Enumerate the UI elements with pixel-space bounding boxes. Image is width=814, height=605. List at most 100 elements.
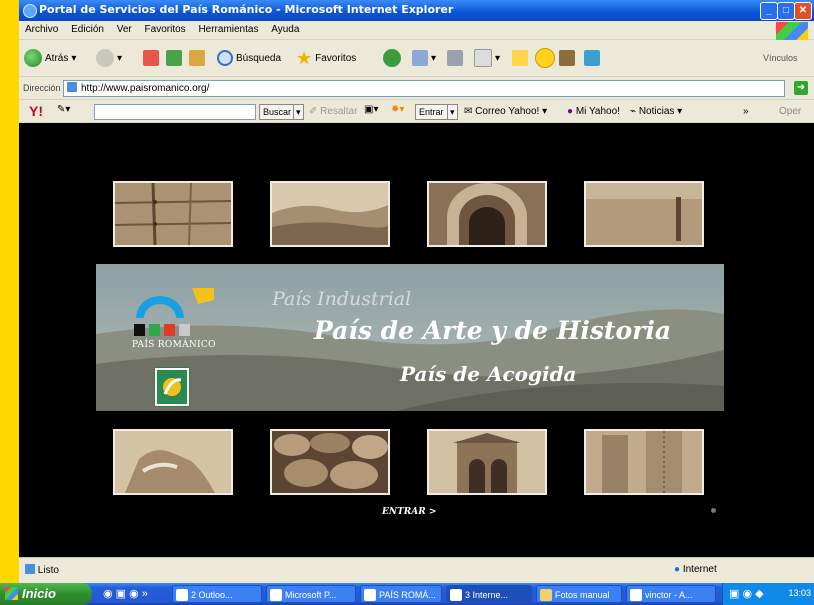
address-label: Dirección <box>23 83 61 93</box>
start-label: Inicio <box>22 586 56 601</box>
messenger-button[interactable] <box>535 48 555 68</box>
research-button[interactable] <box>559 48 575 68</box>
print-button[interactable] <box>447 48 463 68</box>
status-text: Listo <box>25 564 59 576</box>
refresh-button[interactable] <box>166 48 182 68</box>
entrar-dropdown[interactable]: ▾ <box>447 104 458 120</box>
menu-archivo[interactable]: Archivo <box>19 21 62 35</box>
address-input[interactable]: http://www.paisromanico.org/ <box>63 80 785 97</box>
romanesque-arch-image <box>429 183 545 245</box>
research-icon <box>559 50 575 66</box>
taskbar-word[interactable]: PAÍS ROMÁ... <box>360 585 442 603</box>
stone-wall-image <box>272 431 388 493</box>
taskbar-outlook[interactable]: 2 Outloo... <box>172 585 262 603</box>
buscar-button[interactable]: Buscar <box>259 104 296 120</box>
system-tray: ▣ ◉ ◆ 13:03 <box>722 583 814 605</box>
yahoo-search-input[interactable] <box>94 104 256 120</box>
resaltar-button[interactable]: ✐ Resaltar <box>309 106 357 117</box>
status-label: Listo <box>37 565 59 576</box>
maximize-button[interactable]: □ <box>777 2 795 20</box>
title-bar[interactable]: Portal de Servicios del País Románico - … <box>19 0 814 21</box>
taskbar-vinctor[interactable]: vinctor - A... <box>626 585 716 603</box>
clock: 13:03 <box>788 588 811 598</box>
smiley-icon <box>535 48 555 68</box>
history-icon <box>383 49 401 67</box>
resaltar-label: Resaltar <box>320 106 358 117</box>
thumbnail-doorway[interactable] <box>584 429 704 495</box>
doorway-image <box>586 431 702 493</box>
menu-bar: Archivo Edición Ver Favoritos Herramient… <box>19 21 814 41</box>
menu-herramientas[interactable]: Herramientas <box>192 21 262 35</box>
print-icon <box>447 50 463 66</box>
mail-icon <box>412 50 428 66</box>
ie-icon <box>23 4 37 18</box>
menu-favoritos[interactable]: Favoritos <box>139 21 190 35</box>
leader-logo-icon <box>154 367 190 407</box>
thumbnail-field[interactable] <box>584 181 704 247</box>
noticias-button[interactable]: ⌁ Noticias ▾ <box>630 106 682 117</box>
menu-ver[interactable]: Ver <box>111 21 136 35</box>
address-url: http://www.paisromanico.org/ <box>81 83 210 94</box>
stop-icon <box>143 50 159 66</box>
back-button[interactable]: Atrás ▾ <box>24 48 76 68</box>
edit-button[interactable]: ▾ <box>474 48 500 68</box>
mail-button[interactable]: ▾ <box>412 48 436 68</box>
field-image <box>586 183 702 245</box>
dot-marker <box>711 508 716 513</box>
search-button[interactable]: Búsqueda <box>217 48 281 68</box>
thumbnail-wooden-door[interactable] <box>113 181 233 247</box>
thumbnail-church[interactable] <box>427 429 547 495</box>
links-button[interactable]: Vínculos <box>763 48 798 68</box>
minimize-button[interactable]: _ <box>760 2 778 20</box>
correo-button[interactable]: ✉ Correo Yahoo! ▾ <box>464 106 547 117</box>
thumbnail-landscape[interactable] <box>270 181 390 247</box>
forward-arrow-icon <box>96 49 114 67</box>
favorites-label: Favoritos <box>315 52 357 64</box>
entrar-button[interactable]: Entrar <box>415 104 448 120</box>
frame-icon[interactable]: ▣▾ <box>364 104 378 115</box>
tray-icons[interactable]: ▣ ◉ ◆ <box>729 587 764 600</box>
stop-button[interactable] <box>143 48 159 68</box>
taskbar-powerpoint[interactable]: Microsoft P... <box>266 585 356 603</box>
buscar-dropdown[interactable]: ▾ <box>293 104 304 120</box>
thumbnail-arch[interactable] <box>427 181 547 247</box>
taskbar-fotos[interactable]: Fotos manual <box>536 585 622 603</box>
page-icon <box>67 82 77 92</box>
menu-edicion[interactable]: Edición <box>65 21 108 35</box>
yahoo-logo-icon[interactable]: Y! <box>29 103 43 119</box>
miyahoo-button[interactable]: ● Mi Yahoo! <box>567 106 620 117</box>
start-button[interactable]: Inicio <box>0 583 92 605</box>
notes-button[interactable] <box>512 48 528 68</box>
tagline-acogida: País de Acogida <box>400 362 577 386</box>
correo-label: Correo Yahoo! <box>475 106 540 117</box>
taskbar-internet[interactable]: 3 Interne... <box>446 585 532 603</box>
go-button[interactable]: ➜ <box>794 81 808 95</box>
home-button[interactable] <box>189 48 205 68</box>
close-button[interactable]: ✕ <box>794 2 812 20</box>
enter-link[interactable]: ENTRAR > <box>382 507 436 517</box>
thumbnail-rock[interactable] <box>113 429 233 495</box>
star-icon: ★ <box>296 47 313 68</box>
chevron-more-icon[interactable]: » <box>743 106 749 117</box>
address-bar: Dirección http://www.paisromanico.org/ ➜ <box>19 77 814 100</box>
home-icon <box>189 50 205 66</box>
edit-icon <box>474 49 492 67</box>
menu-ayuda[interactable]: Ayuda <box>265 21 303 35</box>
sun-icon[interactable]: ✹▾ <box>391 104 404 115</box>
quick-launch-icons[interactable]: ◉ ▣ ◉ » <box>103 587 148 600</box>
open-button[interactable]: Oper <box>779 106 801 117</box>
search-label: Búsqueda <box>236 52 282 64</box>
wooden-door-image <box>114 182 232 246</box>
logo-arch-icon <box>134 288 214 336</box>
taskbar: Inicio ◉ ▣ ◉ » 2 Outloo... Microsoft P..… <box>0 583 814 605</box>
yahoo-toolbar: Y! ✎▾ Buscar ▾ ✐ Resaltar ▣▾ ✹▾ Entrar ▾… <box>19 100 814 123</box>
page-status-icon <box>25 564 35 574</box>
pencil-icon[interactable]: ✎▾ <box>57 104 70 115</box>
terminal-icon <box>630 589 642 601</box>
messenger-people-button[interactable] <box>584 48 600 68</box>
forward-button[interactable]: ▾ <box>96 48 122 68</box>
tagline-arte-historia: País de Arte y de Historia <box>314 316 672 345</box>
thumbnail-stone-wall[interactable] <box>270 429 390 495</box>
favorites-button[interactable]: ★ Favoritos <box>296 48 356 68</box>
history-button[interactable] <box>383 48 401 68</box>
